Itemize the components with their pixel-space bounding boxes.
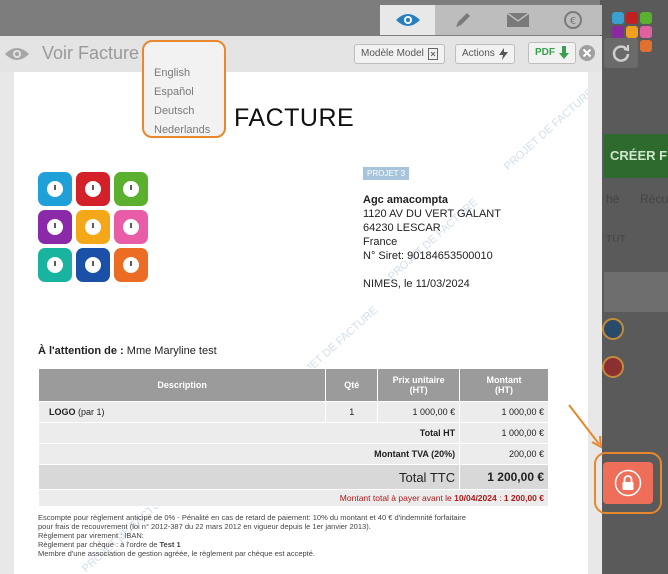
pencil-icon [455, 13, 470, 27]
close-icon[interactable] [578, 44, 596, 62]
company-logo [38, 172, 150, 284]
attention-label: À l'attention de : [38, 345, 124, 357]
tab-edit[interactable] [435, 5, 490, 35]
due-text: Montant total à payer avant le 10/04/202… [38, 489, 549, 507]
invoice-table: Description Qté Prix unitaire (HT) Montan… [37, 368, 549, 507]
tva-row: Montant TVA (20%) 200,00 € [37, 443, 549, 465]
total-ttc-row: Total TTC 1 200,00 € [37, 464, 549, 490]
refresh-icon [612, 45, 630, 62]
pdf-button-label: PDF [535, 47, 555, 58]
background-column: Récu [640, 192, 668, 206]
terms-line: Règlement par virement : IBAN: [38, 531, 144, 540]
address-line: 1120 AV DU VERT GALANT [363, 208, 501, 220]
project-badge: PROJET 3 [363, 167, 410, 180]
tva-label: Montant TVA (20%) [37, 443, 461, 465]
lock-button[interactable] [603, 462, 653, 504]
terms-line: Règlement par chèque : à l'ordre de Test… [38, 540, 181, 549]
language-option[interactable]: English [154, 67, 190, 79]
line-qty: 1 [325, 401, 379, 423]
column-header: Prix unitaire (HT) [377, 368, 461, 402]
lock-icon [614, 469, 642, 497]
svg-text:€: € [569, 16, 575, 27]
table-row: LOGO (par 1) 1 1 000,00 € 1 000,00 € [37, 401, 549, 423]
lightning-icon [498, 48, 508, 60]
total-ht-row: Total HT 1 000,00 € [37, 422, 549, 444]
background-column: TUT [606, 234, 626, 245]
background-column: hé [606, 192, 620, 206]
refresh-button[interactable] [604, 38, 638, 68]
total-ht-label: Total HT [37, 422, 461, 444]
siret: N° Siret: 90184653500010 [363, 250, 493, 262]
terms-line: pour frais de recouvrement (loi n° 2012-… [38, 522, 371, 531]
actions-button-label: Actions [462, 48, 495, 59]
tab-email[interactable] [490, 5, 545, 35]
column-header: Description [37, 368, 327, 402]
total-ht-value: 1 000,00 € [459, 422, 549, 444]
address-line: 64230 LESCAR [363, 222, 441, 234]
line-amount: 1 000,00 € [459, 401, 549, 423]
language-option[interactable]: Nederlands [154, 124, 210, 136]
address-country: France [363, 236, 398, 248]
terms-line: Escompte pour règlement anticipé de 0% -… [38, 513, 466, 522]
model-button[interactable]: Modèle Model [354, 44, 445, 64]
actions-button[interactable]: Actions [455, 44, 515, 64]
line-unit-price: 1 000,00 € [377, 401, 461, 423]
view-tabs: € [380, 5, 602, 35]
tab-payment[interactable]: € [545, 5, 600, 35]
language-option[interactable]: Deutsch [154, 105, 194, 117]
total-ttc-label: Total TTC [37, 464, 461, 490]
model-button-label: Modèle Model [361, 48, 424, 59]
total-ttc-value: 1 200,00 € [459, 464, 549, 490]
invoice-title: FACTURE [234, 104, 355, 132]
attention-line: À l'attention de : Mme Maryline test [38, 345, 217, 357]
euro-icon: € [563, 11, 582, 29]
line-description: LOGO (par 1) [37, 401, 327, 423]
tva-value: 200,00 € [459, 443, 549, 465]
annotation-arrow [568, 404, 603, 449]
payment-terms: Escompte pour règlement anticipé de 0% -… [38, 513, 558, 558]
background-status-icon [602, 318, 624, 340]
eye-icon [5, 48, 29, 60]
tab-view[interactable] [380, 5, 435, 35]
background-status-icon [602, 356, 624, 378]
download-icon [559, 46, 569, 59]
table-header-row: Description Qté Prix unitaire (HT) Montan… [37, 368, 549, 402]
eye-icon [395, 14, 420, 26]
due-row: Montant total à payer avant le 10/04/202… [38, 489, 549, 507]
terms-line: Membre d'une association de gestion agré… [38, 549, 316, 558]
document-icon [427, 48, 438, 60]
language-option[interactable]: Español [154, 86, 194, 98]
envelope-icon [506, 12, 529, 27]
watermark: PROJET DE FACTURE [502, 86, 588, 173]
language-menu: English Español Deutsch Nederlands [142, 40, 226, 138]
column-header: Qté [325, 368, 379, 402]
column-header: Montant (HT) [459, 368, 549, 402]
background-row [604, 272, 668, 312]
pdf-button[interactable]: PDF [528, 42, 576, 64]
place-date: NIMES, le 11/03/2024 [363, 278, 470, 290]
attention-name: Mme Maryline test [126, 345, 217, 357]
background-create-button: CRÉER F [604, 134, 668, 178]
modal-title: Voir Facture [42, 43, 140, 63]
company-name: Agc amacompta [363, 194, 448, 206]
